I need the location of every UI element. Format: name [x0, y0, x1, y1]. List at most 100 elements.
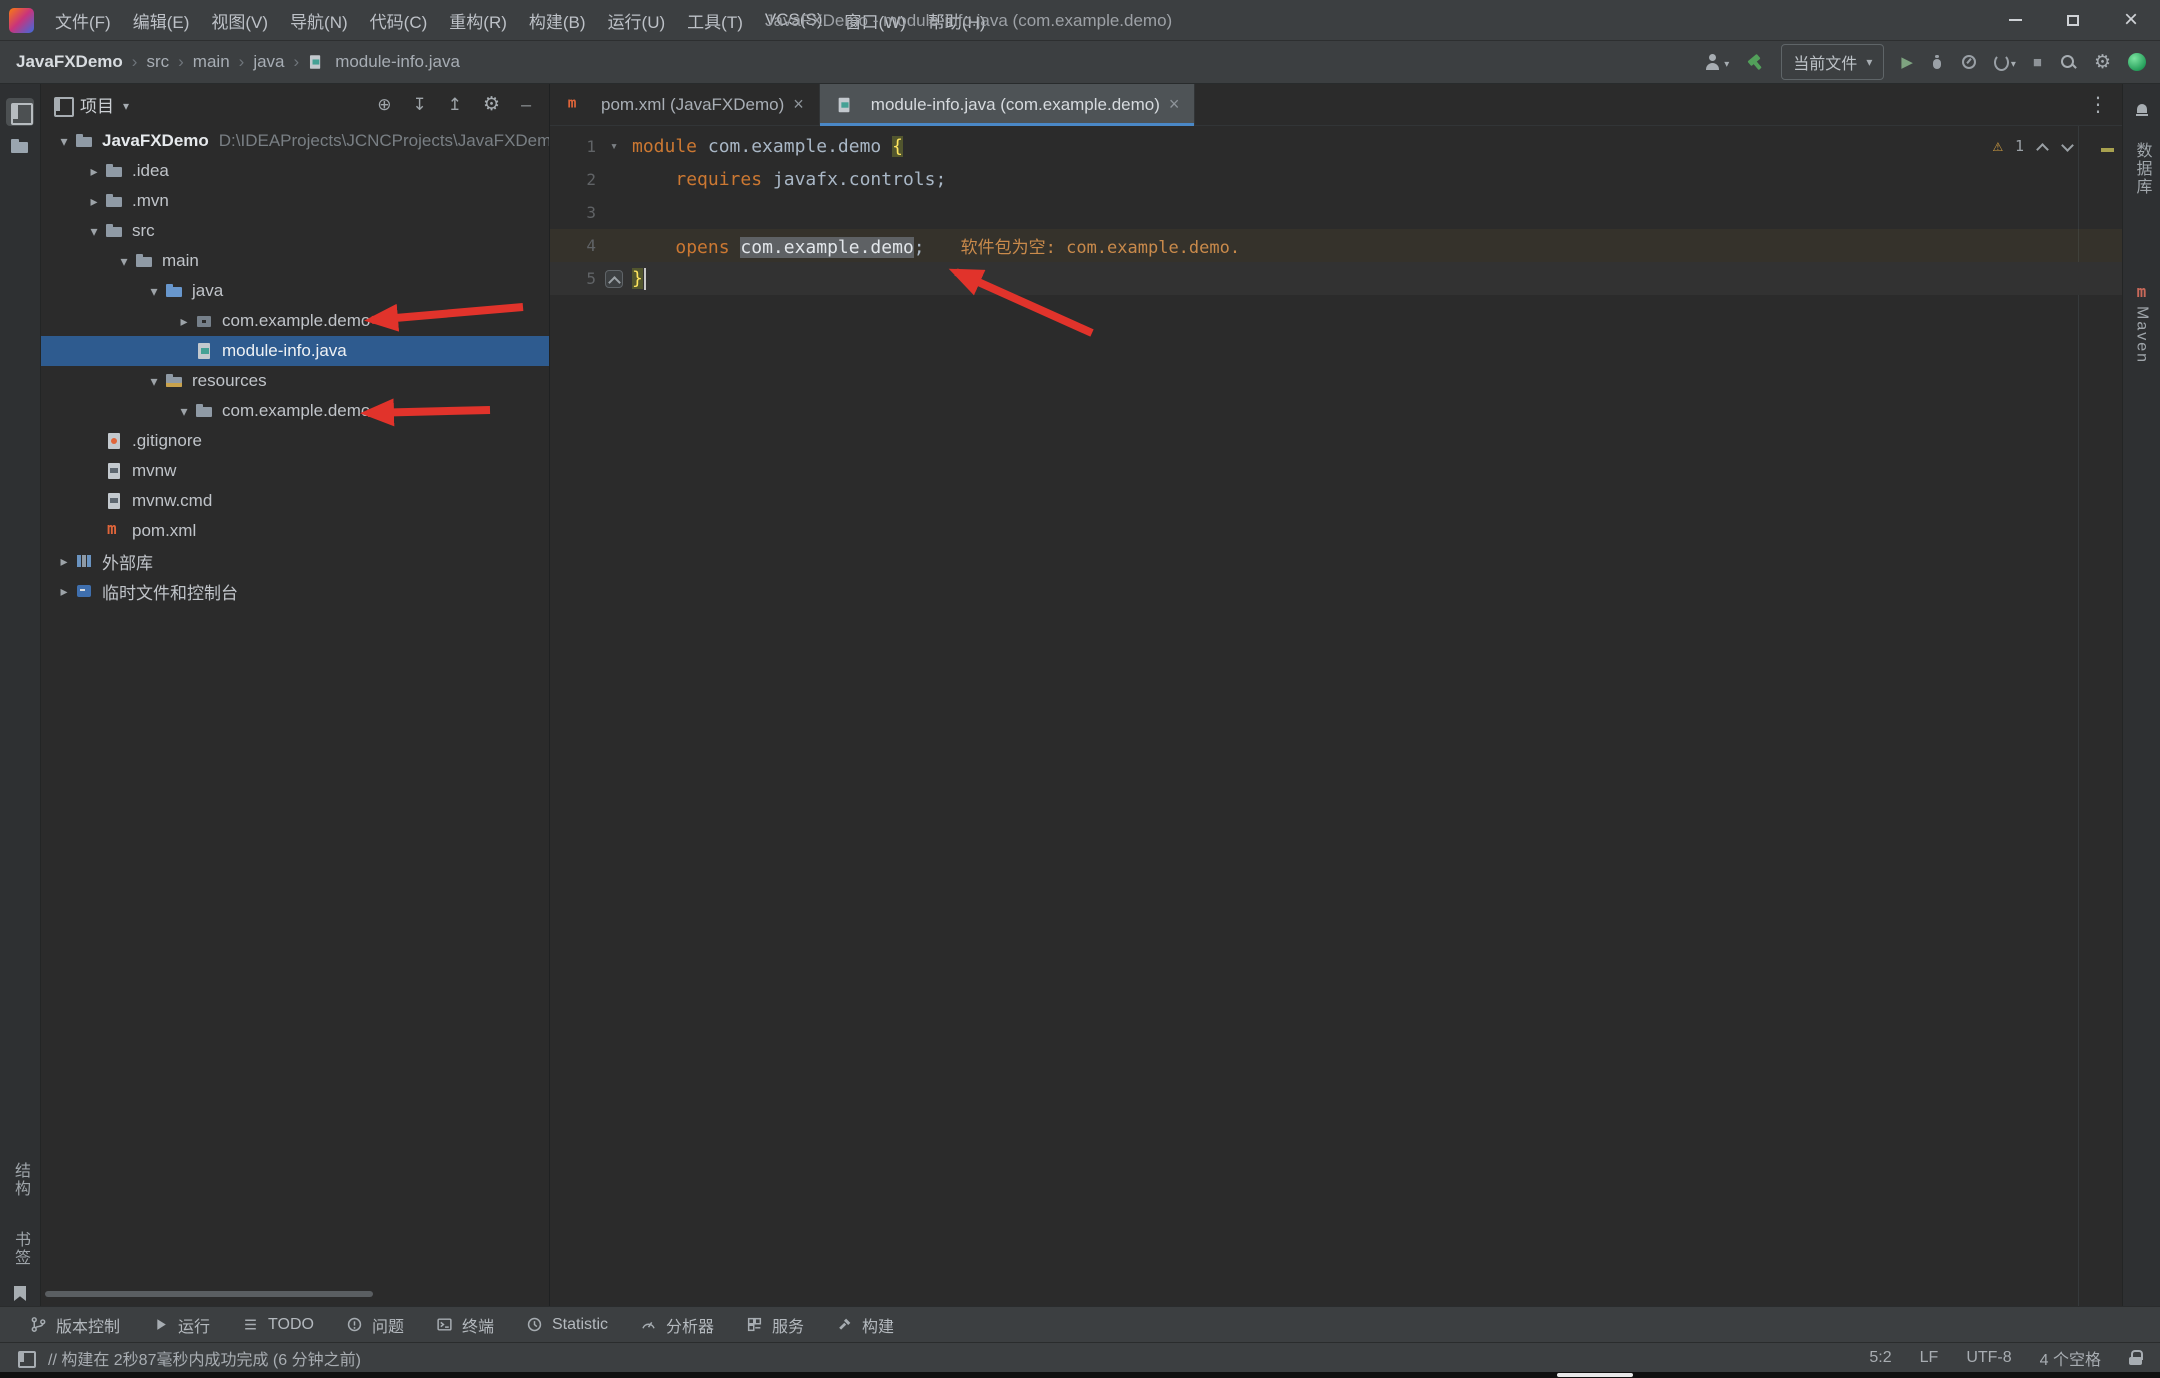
menu-file[interactable]: 文件(F): [44, 8, 122, 33]
project-toolwindow-icon[interactable]: [6, 98, 34, 126]
database-toolwindow-button[interactable]: 数据库: [2130, 142, 2154, 196]
menu-run[interactable]: 运行(U): [597, 8, 677, 33]
tree-item-package-resources[interactable]: com.example.demo: [41, 396, 549, 426]
indent-setting[interactable]: 4 个空格: [2040, 1346, 2101, 1370]
chevron-down-icon: [1866, 53, 1872, 71]
menu-edit[interactable]: 编辑(E): [122, 8, 201, 33]
close-tab-icon[interactable]: [1169, 94, 1180, 115]
fold-close-icon[interactable]: [605, 270, 623, 288]
tree-item-mvnw-cmd[interactable]: mvnw.cmd: [41, 486, 549, 516]
build-hammer-icon[interactable]: [1746, 53, 1764, 71]
chevron-collapsed-icon[interactable]: [53, 553, 75, 570]
close-tab-icon[interactable]: [793, 94, 804, 115]
breadcrumb-src[interactable]: src: [144, 52, 171, 72]
tree-item-mvnw[interactable]: mvnw: [41, 456, 549, 486]
prev-problem-icon[interactable]: [2036, 140, 2049, 153]
readonly-lock-icon[interactable]: [2129, 1350, 2142, 1365]
fold-icon[interactable]: [596, 139, 632, 154]
tree-item-package-java[interactable]: com.example.demo: [41, 306, 549, 336]
chevron-collapsed-icon[interactable]: [83, 163, 105, 180]
menu-refactor[interactable]: 重构(R): [438, 8, 518, 33]
tree-item-scratches[interactable]: 临时文件和控制台: [41, 576, 549, 606]
settings-gear-icon[interactable]: [2094, 51, 2111, 74]
search-icon[interactable]: [2059, 53, 2077, 71]
bookmarks-toolwindow-button[interactable]: 书签: [8, 1231, 32, 1267]
breadcrumb-java[interactable]: java: [251, 52, 286, 72]
file-encoding[interactable]: UTF-8: [1966, 1349, 2011, 1367]
structure-toolwindow-button[interactable]: 结构: [8, 1162, 32, 1198]
minimize-button[interactable]: [1986, 0, 2044, 41]
run-config-dropdown[interactable]: 当前文件: [1781, 44, 1884, 80]
tab-module-info[interactable]: module-info.java (com.example.demo): [820, 84, 1196, 125]
tree-item-pom-xml[interactable]: pom.xml: [41, 516, 549, 546]
toolwindow-services[interactable]: 服务: [746, 1313, 804, 1337]
user-avatar-button[interactable]: [1705, 52, 1729, 72]
tree-item-external-libraries[interactable]: 外部库: [41, 546, 549, 576]
panel-settings-icon[interactable]: [477, 93, 506, 116]
toolwindow-toggle-icon[interactable]: [18, 1350, 34, 1366]
menu-navigate[interactable]: 导航(N): [279, 8, 359, 33]
code-editor[interactable]: 1 module com.example.demo { 2 requires j…: [550, 126, 2122, 1306]
tree-item-module-info[interactable]: module-info.java: [41, 336, 549, 366]
notifications-bell-icon[interactable]: [2134, 102, 2150, 118]
tree-item-src[interactable]: src: [41, 216, 549, 246]
caret-position[interactable]: 5:2: [1869, 1349, 1891, 1367]
run-options-button[interactable]: [1994, 54, 2016, 70]
toolwindow-profiler[interactable]: 分析器: [640, 1313, 714, 1337]
plugin-icon[interactable]: [2128, 53, 2146, 71]
line-separator[interactable]: LF: [1920, 1349, 1939, 1367]
debug-button[interactable]: [1930, 54, 1944, 70]
close-button[interactable]: [2102, 0, 2160, 41]
tree-item-main[interactable]: main: [41, 246, 549, 276]
bookmark-icon[interactable]: [14, 1286, 26, 1301]
warning-stripe-mark[interactable]: [2101, 148, 2114, 152]
collapse-all-button[interactable]: [442, 95, 468, 115]
chevron-expanded-icon[interactable]: [143, 283, 165, 300]
chevron-expanded-icon[interactable]: [173, 403, 195, 420]
toolwindow-run[interactable]: 运行: [152, 1313, 210, 1337]
next-problem-icon[interactable]: [2061, 140, 2074, 153]
toolwindow-todo[interactable]: TODO: [242, 1316, 314, 1334]
tree-item-gitignore[interactable]: .gitignore: [41, 426, 549, 456]
stop-button[interactable]: [2033, 52, 2042, 72]
tree-item-java[interactable]: java: [41, 276, 549, 306]
tree-item-idea[interactable]: .idea: [41, 156, 549, 186]
horizontal-scrollbar[interactable]: [45, 1291, 373, 1297]
toolwindow-version-control[interactable]: 版本控制: [30, 1313, 120, 1337]
chevron-collapsed-icon[interactable]: [53, 583, 75, 600]
folder-toolwindow-icon[interactable]: [10, 136, 30, 156]
toolwindow-statistic[interactable]: Statistic: [526, 1316, 608, 1334]
menu-view[interactable]: 视图(V): [200, 8, 279, 33]
toolwindow-terminal[interactable]: 终端: [436, 1313, 494, 1337]
tab-options-icon[interactable]: [2074, 84, 2122, 125]
chevron-expanded-icon[interactable]: [53, 133, 75, 150]
toolwindow-problems[interactable]: 问题: [346, 1313, 404, 1337]
chevron-expanded-icon[interactable]: [113, 253, 135, 270]
menu-tools[interactable]: 工具(T): [676, 8, 754, 33]
chevron-down-icon[interactable]: [123, 95, 129, 115]
chevron-collapsed-icon[interactable]: [173, 313, 195, 330]
chevron-expanded-icon[interactable]: [143, 373, 165, 390]
tree-item-mvn[interactable]: .mvn: [41, 186, 549, 216]
breadcrumb-project[interactable]: JavaFXDemo: [14, 52, 125, 72]
chevron-collapsed-icon[interactable]: [83, 193, 105, 210]
menu-build[interactable]: 构建(B): [518, 8, 597, 33]
toolwindow-build[interactable]: 构建: [836, 1313, 894, 1337]
maximize-button[interactable]: [2044, 0, 2102, 41]
chevron-expanded-icon[interactable]: [83, 223, 105, 240]
run-button[interactable]: [1901, 52, 1913, 72]
locate-file-button[interactable]: [371, 95, 397, 115]
hide-panel-button[interactable]: [515, 95, 537, 115]
project-panel-title[interactable]: 项目: [80, 92, 114, 117]
tab-pom-xml[interactable]: pom.xml (JavaFXDemo): [550, 84, 820, 125]
menu-code[interactable]: 代码(C): [359, 8, 439, 33]
tree-item-resources[interactable]: resources: [41, 366, 549, 396]
breadcrumb-main[interactable]: main: [191, 52, 232, 72]
breadcrumb-file[interactable]: module-info.java: [333, 52, 462, 72]
tree-item-label: module-info.java: [222, 341, 347, 361]
tree-item-project-root[interactable]: JavaFXDemo D:\IDEAProjects\JCNCProjects\…: [41, 126, 549, 156]
maven-toolwindow-button[interactable]: Maven: [2133, 306, 2151, 364]
profile-button[interactable]: [1961, 54, 1977, 70]
expand-all-button[interactable]: [407, 95, 433, 115]
inspections-widget[interactable]: 1: [1993, 136, 2074, 156]
